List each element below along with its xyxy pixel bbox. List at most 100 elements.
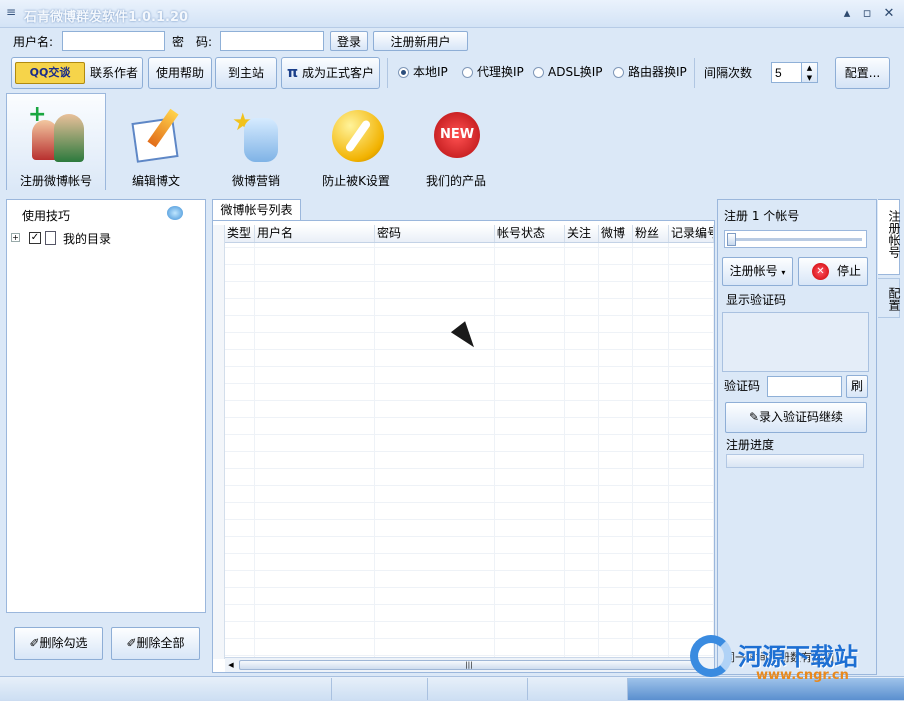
grid-line [225, 519, 714, 520]
captcha-input[interactable] [767, 376, 842, 397]
tool-button[interactable]: 编辑博文 [110, 98, 202, 190]
table-body [225, 225, 714, 659]
slider-track [729, 238, 862, 241]
grid-line [254, 225, 255, 659]
password-input[interactable] [220, 31, 324, 51]
become-customer-button[interactable]: π 成为正式客户 [281, 57, 380, 89]
stepper-up-icon[interactable]: ▲ [802, 63, 817, 73]
register-panel: 注册 1 个帐号 注册帐号 ▾ ✕ 停止 显示验证码 验证码 刷 ✎录入验证码继续… [717, 199, 877, 675]
tool-button[interactable]: ★ 微博营销 [210, 98, 302, 190]
main-site-button[interactable]: 到主站 [215, 57, 277, 89]
column-header[interactable]: 关注 [565, 225, 599, 242]
users-add-icon: + [28, 104, 86, 164]
proxy-radio-label[interactable]: ADSL换IP [548, 64, 603, 80]
grid-line [225, 247, 714, 248]
progress-label: 注册进度 [726, 438, 775, 452]
column-header[interactable]: 类型 [225, 225, 255, 242]
tab-config[interactable]: 配置 [878, 278, 901, 318]
grid-line [225, 502, 714, 503]
contact-author-button[interactable]: QQ交谈 联系作者 [11, 57, 143, 89]
interval-input[interactable] [771, 62, 802, 83]
watermark-logo: 河源下载站 www.cngr.cn [690, 633, 900, 688]
register-count-slider[interactable] [724, 230, 867, 248]
column-header[interactable]: 帐号状态 [495, 225, 565, 242]
delete-checked-button[interactable]: ✐删除勾选 [14, 627, 103, 660]
grid-line [225, 655, 714, 656]
grid-line [494, 225, 495, 659]
grid-line [564, 225, 565, 659]
submit-captcha-button[interactable]: ✎录入验证码继续 [725, 402, 867, 433]
refresh-captcha-button[interactable]: 刷 [846, 375, 868, 398]
status-segment [0, 678, 332, 700]
account-table: 类型用户名密码帐号状态关注微博粉丝记录编号 ◀ ||| [212, 220, 715, 673]
status-segment [528, 678, 628, 700]
grid-line [225, 315, 714, 316]
watermark-ring-icon [690, 635, 732, 677]
grid-line [668, 225, 669, 659]
table-header: 类型用户名密码帐号状态关注微博粉丝记录编号 [225, 225, 714, 243]
app-menu-icon[interactable]: ≡ [6, 6, 16, 18]
contact-author-label: 联系作者 [90, 66, 139, 80]
restore-button[interactable]: ▫ [858, 6, 876, 22]
tool-button[interactable]: NEW 我们的产品 [410, 98, 502, 190]
grid-line [598, 225, 599, 659]
tree-checkbox[interactable]: ✓ [29, 232, 41, 244]
proxy-radio-label[interactable]: 路由器换IP [628, 64, 687, 80]
delete-all-button[interactable]: ✐删除全部 [111, 627, 200, 660]
config-button[interactable]: 配置... [835, 57, 890, 89]
document-icon [45, 231, 56, 245]
stop-label: 停止 [837, 264, 862, 278]
scroll-left-icon[interactable]: ◀ [225, 659, 237, 671]
stop-button[interactable]: ✕ 停止 [798, 257, 868, 286]
delete-all-label: 删除全部 [136, 636, 185, 650]
tool-button[interactable]: + 注册微博帐号 [10, 98, 102, 190]
interval-stepper[interactable]: ▲ ▼ [801, 62, 818, 83]
proxy-radio[interactable] [398, 67, 409, 78]
proxy-radio[interactable] [462, 67, 473, 78]
proxy-radio-label[interactable]: 代理换IP [477, 64, 524, 80]
delete-checked-label: 删除勾选 [39, 636, 88, 650]
column-header[interactable]: 密码 [375, 225, 495, 242]
tab-account-list[interactable]: 微博帐号列表 [212, 199, 301, 221]
register-account-label: 注册帐号 [729, 264, 778, 278]
tab-register-label: 注册帐号 [887, 210, 901, 258]
tab-register-account[interactable]: 注册帐号 [878, 199, 901, 275]
toolbar-divider [694, 58, 695, 88]
tool-label: 我们的产品 [425, 174, 486, 188]
scroll-thumb[interactable]: ||| [239, 660, 699, 670]
register-count-label: 注册 1 个帐号 [724, 209, 800, 223]
username-input[interactable] [62, 31, 165, 51]
chat-bubble-icon[interactable] [167, 206, 183, 220]
horizontal-scrollbar[interactable]: ◀ ||| [225, 657, 714, 672]
proxy-radio[interactable] [613, 67, 624, 78]
grid-line [225, 264, 714, 265]
minimize-button[interactable]: ▴ [838, 6, 856, 22]
proxy-radio-label[interactable]: 本地IP [413, 64, 448, 80]
grid-line [225, 298, 714, 299]
slider-thumb[interactable] [727, 233, 736, 246]
tree-expand-icon[interactable]: + [11, 233, 20, 242]
grid-line [374, 225, 375, 659]
login-button[interactable]: 登录 [330, 31, 368, 51]
close-button[interactable]: ✕ [880, 6, 898, 22]
help-button[interactable]: 使用帮助 [148, 57, 212, 89]
register-user-button[interactable]: 注册新用户 [373, 31, 468, 51]
grid-line [225, 281, 714, 282]
tree-root-label[interactable]: 我的目录 [63, 231, 111, 247]
grid-line [225, 468, 714, 469]
grid-line [225, 621, 714, 622]
column-header[interactable]: 记录编号 [669, 225, 714, 242]
register-account-dropdown[interactable]: 注册帐号 ▾ [722, 257, 793, 286]
column-header[interactable]: 微博 [599, 225, 633, 242]
proxy-radio[interactable] [533, 67, 544, 78]
column-header[interactable]: 用户名 [255, 225, 375, 242]
tool-button[interactable]: 防止被K设置 [310, 98, 402, 190]
chevron-down-icon: ▾ [781, 268, 786, 277]
show-captcha-label: 显示验证码 [726, 293, 787, 307]
tool-label: 防止被K设置 [322, 174, 390, 188]
column-header[interactable]: 粉丝 [633, 225, 669, 242]
grid-line [225, 400, 714, 401]
stepper-down-icon[interactable]: ▼ [802, 73, 817, 83]
tool-label: 微博营销 [231, 174, 280, 188]
qq-chat-icon: QQ交谈 [15, 62, 85, 84]
